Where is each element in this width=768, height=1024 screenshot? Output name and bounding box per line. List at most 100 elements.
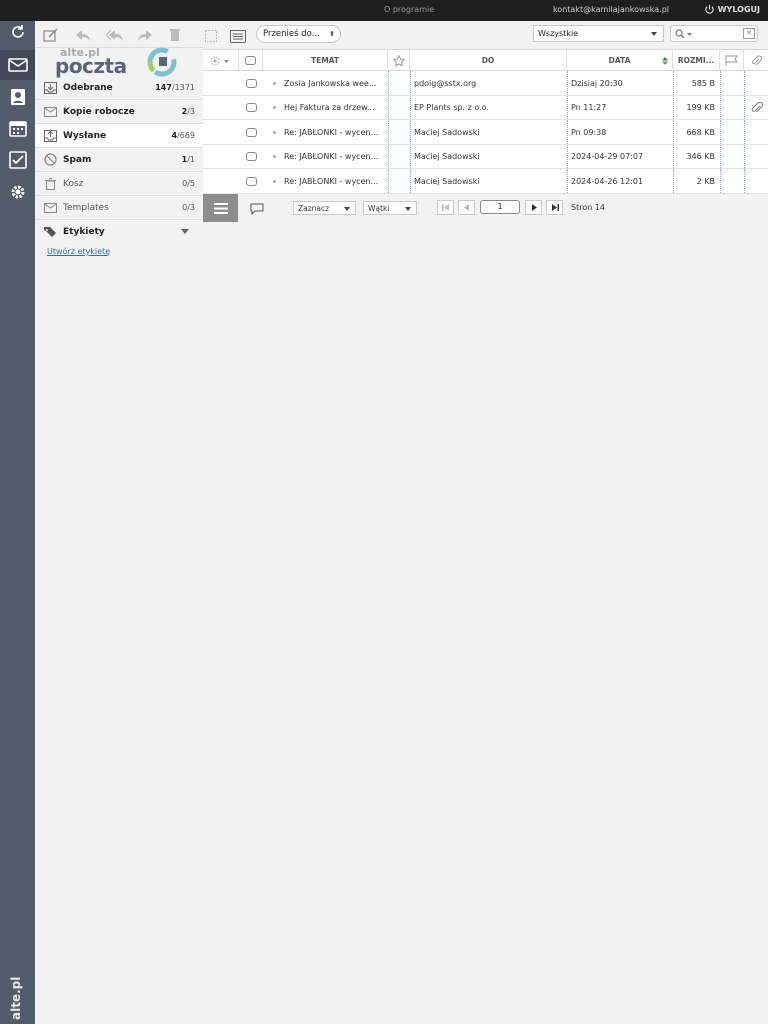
message-list-pane: Przenieś do... ⬍ Wszystkie ✕ TEMAT DO DA…: [203, 21, 768, 1024]
message-size: 199 KB: [686, 103, 715, 112]
clear-search-icon[interactable]: ✕: [743, 28, 755, 39]
forward-icon[interactable]: [135, 25, 155, 45]
column-divider: [673, 169, 674, 193]
search-icon: [675, 29, 692, 39]
column-divider: [720, 144, 721, 168]
column-divider: [720, 71, 721, 95]
next-page-button[interactable]: [525, 200, 542, 215]
labels-section[interactable]: Etykiety: [35, 221, 203, 243]
table-row[interactable]: Re: JABŁONKI - wycen... Maciej Sadowski Pn…: [203, 120, 768, 145]
select-menu[interactable]: Zaznacz: [293, 201, 356, 215]
row-star[interactable]: [388, 96, 410, 120]
reading-pane-icon[interactable]: [228, 26, 248, 46]
attachment-icon: [751, 101, 763, 112]
refresh-icon[interactable]: [7, 21, 29, 43]
row-flag[interactable]: [720, 96, 744, 120]
folder-spam[interactable]: Spam 1/1: [35, 148, 203, 172]
reply-all-icon[interactable]: [105, 25, 125, 45]
compose-icon[interactable]: [41, 25, 61, 45]
message-subject[interactable]: Zosia Jankowska wee...: [263, 71, 388, 95]
column-divider: [410, 95, 411, 119]
column-date-label: DATA: [608, 56, 631, 65]
row-star[interactable]: [388, 120, 410, 144]
page-number-input[interactable]: 1: [480, 200, 520, 214]
spam-icon: [43, 153, 57, 166]
column-subject[interactable]: TEMAT: [263, 50, 388, 71]
row-checkbox[interactable]: [239, 96, 263, 120]
column-divider: [673, 120, 674, 144]
list-options-icon[interactable]: [203, 50, 239, 71]
folder-trash[interactable]: Kosz 0/5: [35, 172, 203, 196]
chevron-down-icon: [344, 207, 350, 211]
read-status-icon: [273, 81, 276, 85]
last-page-button[interactable]: [546, 200, 563, 215]
folder-count: 0/5: [182, 179, 195, 188]
table-row[interactable]: Re: JABŁONKI - wycen... Maciej Sadowski 20…: [203, 144, 768, 169]
flag-column-icon[interactable]: [720, 50, 744, 71]
column-size[interactable]: ROZMI...: [673, 50, 720, 71]
filter-select[interactable]: Wszystkie: [533, 25, 664, 42]
column-to[interactable]: DO: [410, 50, 567, 71]
row-checkbox[interactable]: [239, 169, 263, 193]
trash-icon: [43, 177, 57, 190]
folder-name: Kosz: [63, 178, 84, 189]
first-page-button[interactable]: [437, 200, 454, 215]
message-toolbar: Przenieś do... ⬍ Wszystkie ✕: [203, 21, 768, 48]
row-attachment: [744, 120, 768, 144]
search-input[interactable]: ✕: [670, 25, 758, 42]
star-column-icon[interactable]: [388, 50, 410, 71]
column-date[interactable]: DATA: [567, 50, 673, 71]
column-divider: [720, 120, 721, 144]
folder-name: Wysłane: [63, 130, 107, 141]
row-checkbox[interactable]: [239, 145, 263, 169]
calendar-icon[interactable]: [7, 117, 29, 139]
message-subject[interactable]: Re: JABŁONKI - wycen...: [263, 120, 388, 144]
message-date: 2024-04-29 07:07: [571, 152, 644, 161]
table-row[interactable]: Hej Faktura za drzew... EP Plants sp. z o…: [203, 95, 768, 120]
folder-inbox[interactable]: Odebrane 147/1371: [35, 76, 203, 100]
row-star[interactable]: [388, 71, 410, 95]
threads-menu[interactable]: Wątki: [363, 201, 417, 215]
move-to-button[interactable]: Przenieś do... ⬍: [256, 25, 341, 43]
row-checkbox[interactable]: [239, 71, 263, 95]
table-row[interactable]: Re: JABŁONKI - wycen... Maciej Sadowski 20…: [203, 169, 768, 194]
message-subject[interactable]: Hej Faktura za drzew...: [263, 96, 388, 120]
row-star[interactable]: [388, 169, 410, 193]
column-divider: [410, 71, 411, 95]
row-flag[interactable]: [720, 169, 744, 193]
delete-icon[interactable]: [165, 25, 185, 45]
row-flag[interactable]: [720, 145, 744, 169]
message-to: Maciej Sadowski: [414, 127, 480, 137]
table-row[interactable]: Zosia Jankowska wee... pdoig@sstx.org Dzis…: [203, 71, 768, 96]
folder-count: 0/3: [182, 203, 195, 212]
row-star[interactable]: [388, 145, 410, 169]
thread-view-icon[interactable]: [250, 203, 264, 215]
row-flag[interactable]: [720, 120, 744, 144]
create-label-link[interactable]: Utwórz etykietę: [47, 247, 110, 256]
about-link[interactable]: O programie: [384, 5, 434, 14]
tasks-icon[interactable]: [7, 149, 29, 171]
message-to: pdoig@sstx.org: [414, 78, 477, 88]
folder-drafts[interactable]: Kopie robocze 2/3: [35, 100, 203, 124]
contacts-icon[interactable]: [7, 86, 29, 108]
chevron-down-icon[interactable]: [181, 229, 189, 234]
folder-name: Odebrane: [63, 82, 113, 93]
row-checkbox[interactable]: [239, 120, 263, 144]
select-all-checkbox[interactable]: [239, 50, 263, 71]
message-subject[interactable]: Re: JABŁONKI - wycen...: [263, 169, 388, 193]
folder-sent[interactable]: Wysłane 4/669: [35, 124, 203, 148]
row-flag[interactable]: [720, 71, 744, 95]
mail-icon[interactable]: [7, 54, 29, 76]
column-divider: [388, 144, 389, 168]
select-mode-icon[interactable]: [201, 26, 221, 46]
list-view-button[interactable]: [203, 194, 238, 222]
folder-templates[interactable]: Templates 0/3: [35, 196, 203, 220]
message-subject[interactable]: Re: JABŁONKI - wycen...: [263, 145, 388, 169]
message-to: Maciej Sadowski: [414, 176, 480, 186]
settings-icon[interactable]: [7, 181, 29, 203]
first-page-icon: [441, 204, 449, 211]
prev-page-button[interactable]: [458, 200, 475, 215]
attachment-column-icon[interactable]: [744, 50, 768, 71]
logout-button[interactable]: WYLOGUJ: [704, 4, 760, 15]
reply-icon[interactable]: [73, 25, 93, 45]
